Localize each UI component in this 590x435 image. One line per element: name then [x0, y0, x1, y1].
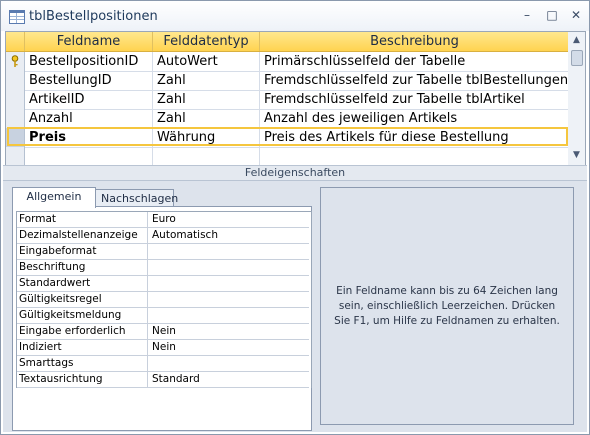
column-header-beschreibung[interactable]: Beschreibung [260, 32, 569, 51]
property-value[interactable]: Standard [149, 372, 309, 387]
help-text: Ein Feldname kann bis zu 64 Zeichen lang… [334, 284, 560, 327]
field-type-cell[interactable] [153, 147, 260, 166]
table-design-window: tblBestellpositionen – □ ✕ Feldname Feld… [0, 0, 590, 435]
field-type-cell[interactable]: AutoWert [153, 52, 260, 71]
field-name-cell[interactable]: BestellpositionID [25, 52, 153, 71]
field-type-cell[interactable]: Zahl [153, 71, 260, 90]
property-label: Gültigkeitsregel [17, 292, 148, 307]
grid-header: Feldname Felddatentyp Beschreibung [6, 32, 569, 52]
property-value[interactable]: Nein [149, 340, 309, 355]
maximize-button[interactable]: □ [543, 7, 561, 23]
column-header-feldname[interactable]: Feldname [25, 32, 153, 51]
property-row[interactable]: Textausrichtung Standard [17, 372, 309, 388]
close-button[interactable]: ✕ [567, 7, 585, 23]
properties-panel: Format Euro Dezimalstellenanzeige Automati… [12, 206, 312, 431]
row-selector[interactable] [6, 52, 25, 71]
property-label: Beschriftung [17, 260, 148, 275]
field-description-cell[interactable]: Fremdschlüsselfeld zur Tabelle tblArtike… [260, 90, 569, 109]
scroll-thumb[interactable] [571, 50, 583, 66]
property-label: Gültigkeitsmeldung [17, 308, 148, 323]
field-properties-area: Allgemein Nachschlagen Format Euro Dezima… [3, 181, 587, 432]
field-description-cell[interactable]: Anzahl des jeweiligen Artikels [260, 109, 569, 128]
window-title: tblBestellpositionen [29, 9, 158, 24]
property-value[interactable] [149, 308, 309, 323]
table-icon [9, 10, 25, 24]
property-label: Textausrichtung [17, 372, 148, 387]
field-type-cell[interactable]: Zahl [153, 90, 260, 109]
property-value[interactable] [149, 276, 309, 291]
primary-key-icon [11, 55, 19, 67]
property-value[interactable] [149, 260, 309, 275]
field-description-cell[interactable]: Fremdschlüsselfeld zur Tabelle tblBestel… [260, 71, 569, 90]
field-name-cell[interactable]: BestellungID [25, 71, 153, 90]
grid-scrollbar[interactable]: ▲ ▼ [568, 31, 586, 167]
property-row[interactable]: Gültigkeitsmeldung [17, 308, 309, 324]
field-name-cell[interactable]: Preis [25, 128, 153, 147]
field-grid: Feldname Felddatentyp Beschreibung Beste… [5, 31, 570, 167]
property-row[interactable]: Gültigkeitsregel [17, 292, 309, 308]
field-description-cell[interactable]: Primärschlüsselfeld der Tabelle [260, 52, 569, 71]
property-row[interactable]: Format Euro [17, 212, 309, 228]
row-selector[interactable] [6, 90, 25, 109]
table-row-active[interactable]: Preis Währung Preis des Artikels für die… [6, 128, 569, 148]
field-description-cell[interactable]: Preis des Artikels für diese Bestellung [260, 128, 569, 147]
property-row[interactable]: Indiziert Nein [17, 340, 309, 356]
table-row[interactable]: BestellpositionID AutoWert Primärschlüss… [6, 52, 569, 72]
property-row[interactable]: Standardwert [17, 276, 309, 292]
scroll-down-icon[interactable]: ▼ [570, 149, 583, 162]
property-label: Format [17, 212, 148, 227]
row-selector[interactable] [6, 147, 25, 166]
field-type-cell[interactable]: Währung [153, 128, 260, 147]
property-value[interactable] [149, 244, 309, 259]
property-label: Eingabe erforderlich [17, 324, 148, 339]
property-value[interactable]: Automatisch [149, 228, 309, 243]
property-value[interactable] [149, 292, 309, 307]
scroll-up-icon[interactable]: ▲ [570, 34, 583, 47]
field-name-cell[interactable]: Anzahl [25, 109, 153, 128]
property-row[interactable]: Eingabe erforderlich Nein [17, 324, 309, 340]
row-selector[interactable] [6, 71, 25, 90]
table-row[interactable]: ArtikelID Zahl Fremdschlüsselfeld zur Ta… [6, 90, 569, 110]
property-label: Standardwert [17, 276, 148, 291]
property-row[interactable]: Beschriftung [17, 260, 309, 276]
property-label: Indiziert [17, 340, 148, 355]
properties-table: Format Euro Dezimalstellenanzeige Automati… [16, 211, 312, 388]
property-label: Dezimalstellenanzeige [17, 228, 148, 243]
title-bar[interactable]: tblBestellpositionen – □ ✕ [1, 1, 589, 31]
field-name-cell[interactable]: ArtikelID [25, 90, 153, 109]
row-selector[interactable] [6, 128, 25, 147]
property-label: Smarttags [17, 356, 148, 371]
field-name-cell[interactable] [25, 147, 153, 166]
minimize-button[interactable]: – [518, 7, 536, 23]
column-header-felddatentyp[interactable]: Felddatentyp [153, 32, 260, 51]
field-properties-bar: Feldeigenschaften [3, 165, 587, 181]
table-row[interactable] [6, 147, 569, 166]
property-label: Eingabeformat [17, 244, 148, 259]
property-row[interactable]: Dezimalstellenanzeige Automatisch [17, 228, 309, 244]
row-selector[interactable] [6, 109, 25, 128]
field-description-cell[interactable] [260, 147, 569, 166]
table-row[interactable]: BestellungID Zahl Fremdschlüsselfeld zur… [6, 71, 569, 91]
field-type-cell[interactable]: Zahl [153, 109, 260, 128]
tab-allgemein[interactable]: Allgemein [12, 187, 96, 208]
property-value[interactable]: Euro [149, 212, 309, 227]
header-selector [6, 32, 25, 51]
table-row[interactable]: Anzahl Zahl Anzahl des jeweiligen Artike… [6, 109, 569, 129]
property-value[interactable] [149, 356, 309, 371]
help-text-pane: Ein Feldname kann bis zu 64 Zeichen lang… [320, 187, 574, 425]
property-row[interactable]: Eingabeformat [17, 244, 309, 260]
property-row[interactable]: Smarttags [17, 356, 309, 372]
property-value[interactable]: Nein [149, 324, 309, 339]
